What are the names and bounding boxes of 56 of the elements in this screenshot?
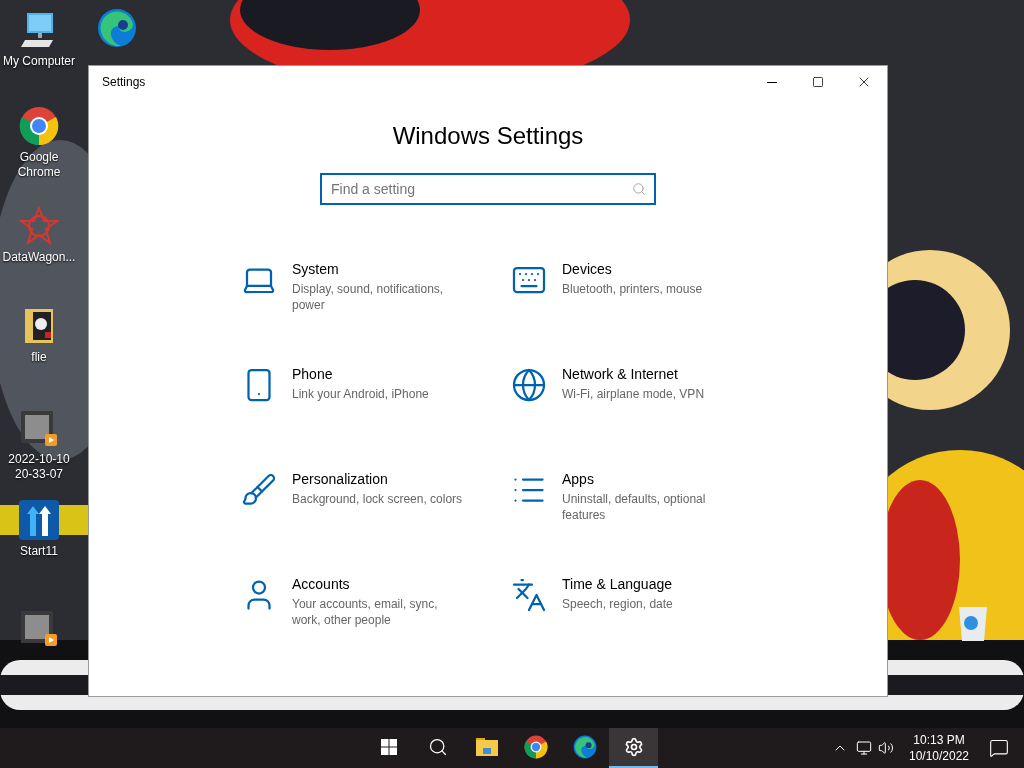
category-title: Time & Language	[562, 575, 673, 594]
clock-date: 10/10/2022	[908, 748, 970, 764]
folder-icon	[474, 735, 499, 759]
desktop-icon-label[interactable]: flie	[31, 350, 47, 365]
minimize-icon	[767, 81, 777, 83]
search-icon	[632, 182, 646, 196]
category-title: Apps	[562, 470, 595, 489]
category-description: Your accounts, email, sync, work, other people	[292, 596, 439, 628]
chrome-icon	[523, 735, 548, 759]
settings-category[interactable]: Accounts Your accounts, email, sync, work, other people	[241, 575, 511, 680]
desktop-icon-label[interactable]: Google Chrome	[0, 150, 78, 180]
category-title: Accounts	[292, 575, 351, 594]
notifications-icon[interactable]	[989, 738, 1009, 758]
category-description: Display, sound, notifications, power	[292, 281, 445, 313]
category-description: Bluetooth, printers, mouse	[562, 281, 704, 297]
network-icon[interactable]	[856, 740, 872, 756]
category-description: Background, lock screen, colors	[292, 491, 464, 507]
volume-icon[interactable]	[878, 740, 894, 756]
settings-category[interactable]: Network & Internet Wi-Fi, airplane mode, VPN	[511, 365, 781, 470]
category-title: Personalization	[292, 470, 389, 489]
chrome-icon	[19, 106, 59, 146]
language-icon	[511, 577, 547, 613]
desktop-icon-label[interactable]: DataWagon...	[2, 250, 76, 265]
desktop-icon-label[interactable]: My Computer	[3, 54, 75, 69]
globe-icon	[511, 367, 547, 403]
settings-category[interactable]: Apps Uninstall, defaults, optional features	[511, 470, 781, 575]
desktop-icon-label[interactable]: 2022-10-10 20-33-07	[0, 452, 78, 482]
settings-category[interactable]: Devices Bluetooth, printers, mouse	[511, 260, 781, 365]
category-description: Speech, region, date	[562, 596, 674, 612]
paintbrush-icon	[241, 472, 277, 508]
clock-time: 10:13 PM	[913, 732, 965, 748]
settings-category[interactable]: System Display, sound, notifications, power	[241, 260, 511, 365]
search-icon	[427, 737, 448, 757]
maximize-icon	[812, 76, 824, 88]
category-title: Network & Internet	[562, 365, 679, 384]
category-description: Wi-Fi, airplane mode, VPN	[562, 386, 706, 402]
settings-category[interactable]: Personalization Background, lock screen, colors	[241, 470, 511, 575]
clock[interactable]: 10:13 PM 10/10/2022	[904, 732, 974, 764]
star-pattern-icon	[19, 206, 59, 246]
taskbar-button[interactable]	[609, 728, 658, 768]
category-description: Link your Android, iPhone	[292, 386, 430, 402]
settings-icon	[623, 737, 644, 757]
start11-icon	[19, 500, 59, 540]
category-title: Phone	[292, 365, 334, 384]
windows-logo-icon	[380, 739, 397, 755]
desktop-icon-label[interactable]: Start11	[20, 544, 58, 559]
window-title: Settings	[102, 74, 147, 91]
category-title: Devices	[562, 260, 613, 279]
category-description: Uninstall, defaults, optional features	[562, 491, 707, 523]
settings-category[interactable]: Time & Language Speech, region, date	[511, 575, 781, 680]
video-file-icon	[19, 608, 59, 648]
settings-category[interactable]: Phone Link your Android, iPhone	[241, 365, 511, 470]
search-field[interactable]: Find a setting	[320, 173, 656, 205]
video-file-icon	[19, 408, 59, 448]
category-title: System	[292, 260, 340, 279]
page-heading: Windows Settings	[391, 121, 585, 151]
